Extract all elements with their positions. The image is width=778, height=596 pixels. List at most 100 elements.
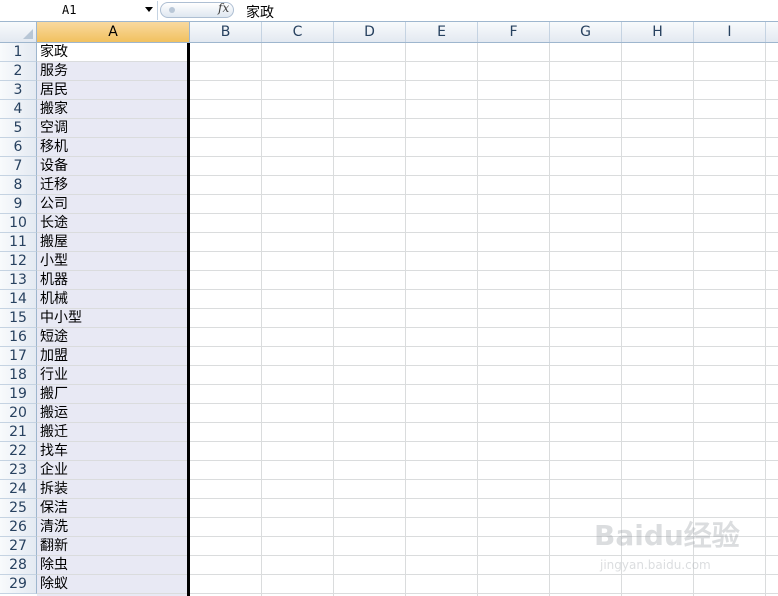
column-header-h[interactable]: H: [622, 22, 694, 42]
chevron-down-icon[interactable]: [145, 7, 153, 12]
row-header[interactable]: 12: [0, 252, 37, 271]
cell-a28[interactable]: 除虫: [40, 556, 68, 575]
table-row: [37, 233, 778, 252]
formula-bar: A1 fx 家政: [0, 0, 778, 22]
table-row: [37, 81, 778, 100]
row-header[interactable]: 9: [0, 195, 37, 214]
row-header[interactable]: 5: [0, 119, 37, 138]
row-header[interactable]: 16: [0, 328, 37, 347]
row-header[interactable]: 14: [0, 290, 37, 309]
table-row: [37, 252, 778, 271]
cell-a16[interactable]: 短途: [40, 328, 68, 347]
cell-a6[interactable]: 移机: [40, 138, 68, 157]
row-header[interactable]: 22: [0, 442, 37, 461]
grip-icon: [169, 7, 175, 13]
column-header-i[interactable]: I: [694, 22, 766, 42]
column-header-e[interactable]: E: [406, 22, 478, 42]
cell-a22[interactable]: 找车: [40, 442, 68, 461]
row-header[interactable]: 13: [0, 271, 37, 290]
table-row: [37, 480, 778, 499]
watermark: Baidu经验 jingyan.baidu.com: [594, 514, 764, 584]
table-row: [37, 347, 778, 366]
cell-a25[interactable]: 保洁: [40, 499, 68, 518]
cell-a4[interactable]: 搬家: [40, 100, 68, 119]
table-row: [37, 195, 778, 214]
watermark-url: jingyan.baidu.com: [600, 558, 711, 572]
name-box[interactable]: A1: [0, 1, 158, 20]
row-header[interactable]: 21: [0, 423, 37, 442]
cell-a15[interactable]: 中小型: [40, 309, 82, 328]
row-header[interactable]: 1: [0, 43, 37, 62]
table-row: [37, 157, 778, 176]
table-row: [37, 43, 778, 62]
row-header[interactable]: 20: [0, 404, 37, 423]
column-header-f[interactable]: F: [478, 22, 550, 42]
cell-a3[interactable]: 居民: [40, 81, 68, 100]
table-row: [37, 214, 778, 233]
table-row: [37, 290, 778, 309]
cell-a5[interactable]: 空调: [40, 119, 68, 138]
cell-a23[interactable]: 企业: [40, 461, 68, 480]
row-header[interactable]: 17: [0, 347, 37, 366]
cell-a11[interactable]: 搬屋: [40, 233, 68, 252]
cell-a1[interactable]: 家政: [40, 43, 68, 62]
table-row: [37, 442, 778, 461]
row-header[interactable]: 18: [0, 366, 37, 385]
row-header[interactable]: 19: [0, 385, 37, 404]
cell-a13[interactable]: 机器: [40, 271, 68, 290]
cell-a21[interactable]: 搬迁: [40, 423, 68, 442]
row-header[interactable]: 3: [0, 81, 37, 100]
row-header[interactable]: 29: [0, 575, 37, 594]
watermark-logo: Baidu经验: [594, 519, 740, 552]
row-header[interactable]: 4: [0, 100, 37, 119]
table-row: [37, 62, 778, 81]
cell-a9[interactable]: 公司: [40, 195, 68, 214]
row-header[interactable]: 26: [0, 518, 37, 537]
table-row: [37, 309, 778, 328]
table-row: [37, 423, 778, 442]
cell-a17[interactable]: 加盟: [40, 347, 68, 366]
row-header[interactable]: 27: [0, 537, 37, 556]
column-header-c[interactable]: C: [262, 22, 334, 42]
table-row: [37, 100, 778, 119]
row-header[interactable]: 24: [0, 480, 37, 499]
row-header[interactable]: 10: [0, 214, 37, 233]
cell-a27[interactable]: 翻新: [40, 537, 68, 556]
column-header-a[interactable]: A: [37, 22, 190, 42]
cell-a19[interactable]: 搬厂: [40, 385, 68, 404]
column-header-d[interactable]: D: [334, 22, 406, 42]
row-header[interactable]: 11: [0, 233, 37, 252]
row-header[interactable]: 23: [0, 461, 37, 480]
table-row: [37, 176, 778, 195]
name-box-value: A1: [62, 3, 77, 17]
cell-a29[interactable]: 除蚁: [40, 575, 68, 594]
cell-a12[interactable]: 小型: [40, 252, 68, 271]
row-header[interactable]: 15: [0, 309, 37, 328]
row-header[interactable]: 6: [0, 138, 37, 157]
cell-a7[interactable]: 设备: [40, 157, 68, 176]
column-header-b[interactable]: B: [190, 22, 262, 42]
select-all-button[interactable]: [0, 22, 37, 42]
table-row: [37, 385, 778, 404]
formula-input[interactable]: 家政: [246, 2, 274, 22]
row-header[interactable]: 8: [0, 176, 37, 195]
table-row: [37, 328, 778, 347]
spreadsheet-grid[interactable]: 1 家政 2 服务 3 居民 4 搬家 5 空调 6 移机 7 设备 8 迁移 9 公司 10 长途 11 搬屋 12 小型 1…: [0, 22, 778, 596]
row-header[interactable]: 25: [0, 499, 37, 518]
cell-a18[interactable]: 行业: [40, 366, 68, 385]
insert-function-icon[interactable]: fx: [218, 1, 229, 15]
column-header-row: ABCDEFGHI: [0, 22, 778, 43]
cell-a20[interactable]: 搬运: [40, 404, 68, 423]
row-header[interactable]: 28: [0, 556, 37, 575]
cell-a2[interactable]: 服务: [40, 62, 68, 81]
cell-a10[interactable]: 长途: [40, 214, 68, 233]
cell-a26[interactable]: 清洗: [40, 518, 68, 537]
row-header[interactable]: 7: [0, 157, 37, 176]
column-header-g[interactable]: G: [550, 22, 622, 42]
table-row: [37, 119, 778, 138]
table-row: [37, 366, 778, 385]
cell-a24[interactable]: 拆装: [40, 480, 68, 499]
row-header[interactable]: 2: [0, 62, 37, 81]
cell-a8[interactable]: 迁移: [40, 176, 68, 195]
cell-a14[interactable]: 机械: [40, 290, 68, 309]
